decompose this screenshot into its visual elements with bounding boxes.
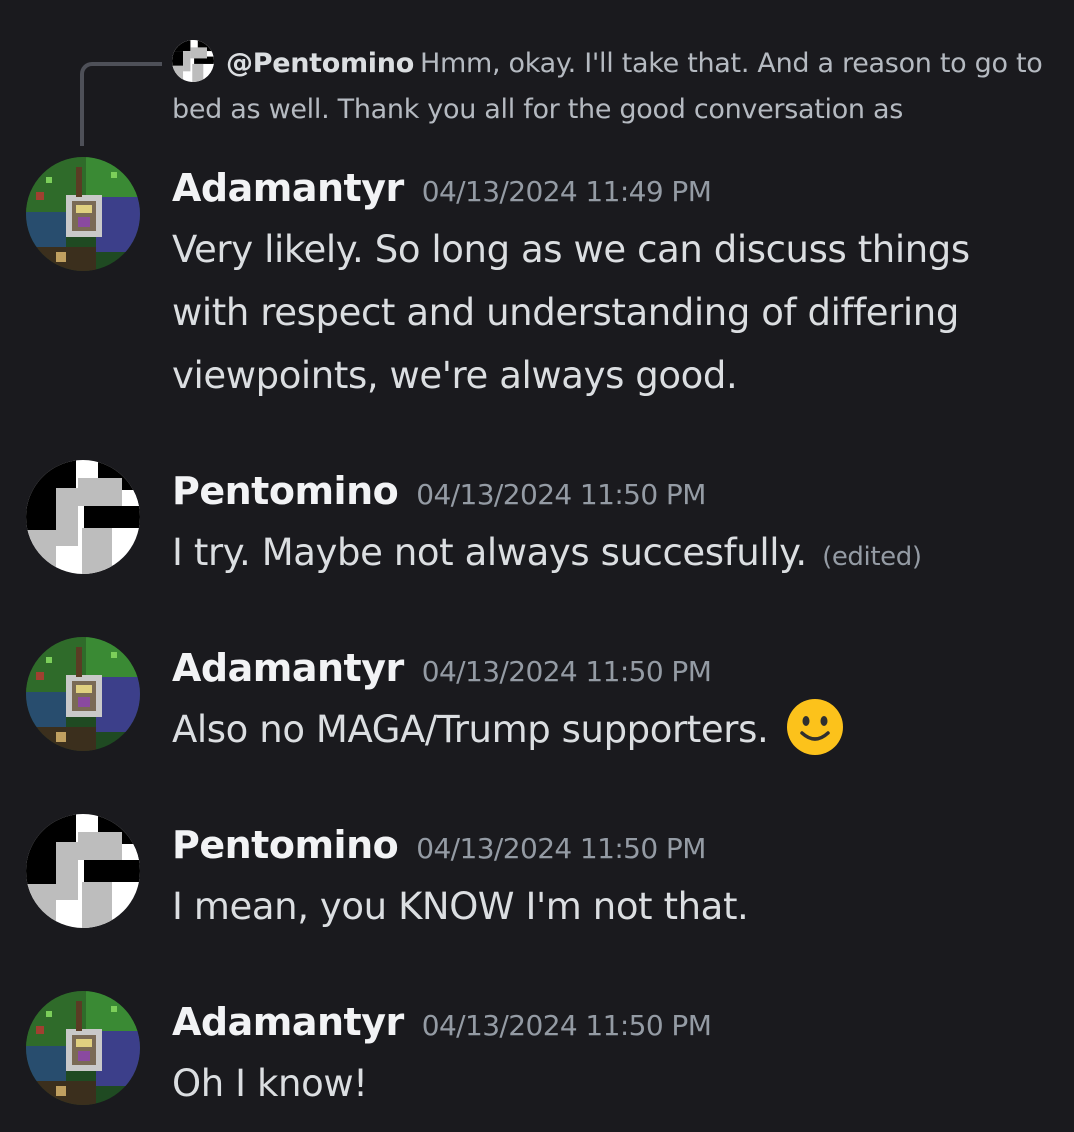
timestamp: 04/13/2024 11:49 PM [421, 175, 712, 208]
message-body: I try. Maybe not always succesfully. (ed… [172, 521, 1042, 589]
reply-reference[interactable]: @Pentomino Hmm, okay. I'll take that. And… [172, 40, 1052, 133]
message-body: Also no MAGA/Trump supporters. [172, 698, 1042, 761]
timestamp: 04/13/2024 11:50 PM [421, 1009, 712, 1042]
message-text: Oh I know! [172, 1062, 368, 1105]
adamantyr-avatar[interactable] [26, 991, 140, 1105]
adamantyr-avatar[interactable] [26, 157, 140, 271]
message-header: Adamantyr 04/13/2024 11:50 PM [172, 1000, 712, 1044]
reply-avatar [172, 40, 214, 82]
message-text: I try. Maybe not always succesfully. [172, 531, 807, 574]
slightly-smiling-face-icon[interactable] [786, 698, 844, 756]
edited-indicator: (edited) [822, 542, 922, 572]
message-text: Also no MAGA/Trump supporters. [172, 708, 769, 751]
username[interactable]: Pentomino [172, 469, 399, 513]
username[interactable]: Adamantyr [172, 166, 404, 210]
adamantyr-avatar[interactable] [26, 637, 140, 751]
username[interactable]: Pentomino [172, 823, 399, 867]
pentomino-avatar[interactable] [26, 814, 140, 928]
message-header: Adamantyr 04/13/2024 11:50 PM [172, 646, 712, 690]
message-header: Adamantyr 04/13/2024 11:49 PM [172, 166, 712, 210]
reply-connector-line [80, 62, 162, 146]
timestamp: 04/13/2024 11:50 PM [416, 832, 706, 865]
username[interactable]: Adamantyr [172, 1000, 404, 1044]
timestamp: 04/13/2024 11:50 PM [416, 478, 706, 511]
reply-author[interactable]: @Pentomino [226, 48, 414, 79]
message-text: I mean, you KNOW I'm not that. [172, 885, 749, 928]
message-header: Pentomino 04/13/2024 11:50 PM [172, 469, 706, 513]
username[interactable]: Adamantyr [172, 646, 404, 690]
timestamp: 04/13/2024 11:50 PM [421, 655, 712, 688]
pentomino-avatar[interactable] [26, 460, 140, 574]
message-text: Very likely. So long as we can discuss t… [172, 228, 970, 397]
message-header: Pentomino 04/13/2024 11:50 PM [172, 823, 706, 867]
